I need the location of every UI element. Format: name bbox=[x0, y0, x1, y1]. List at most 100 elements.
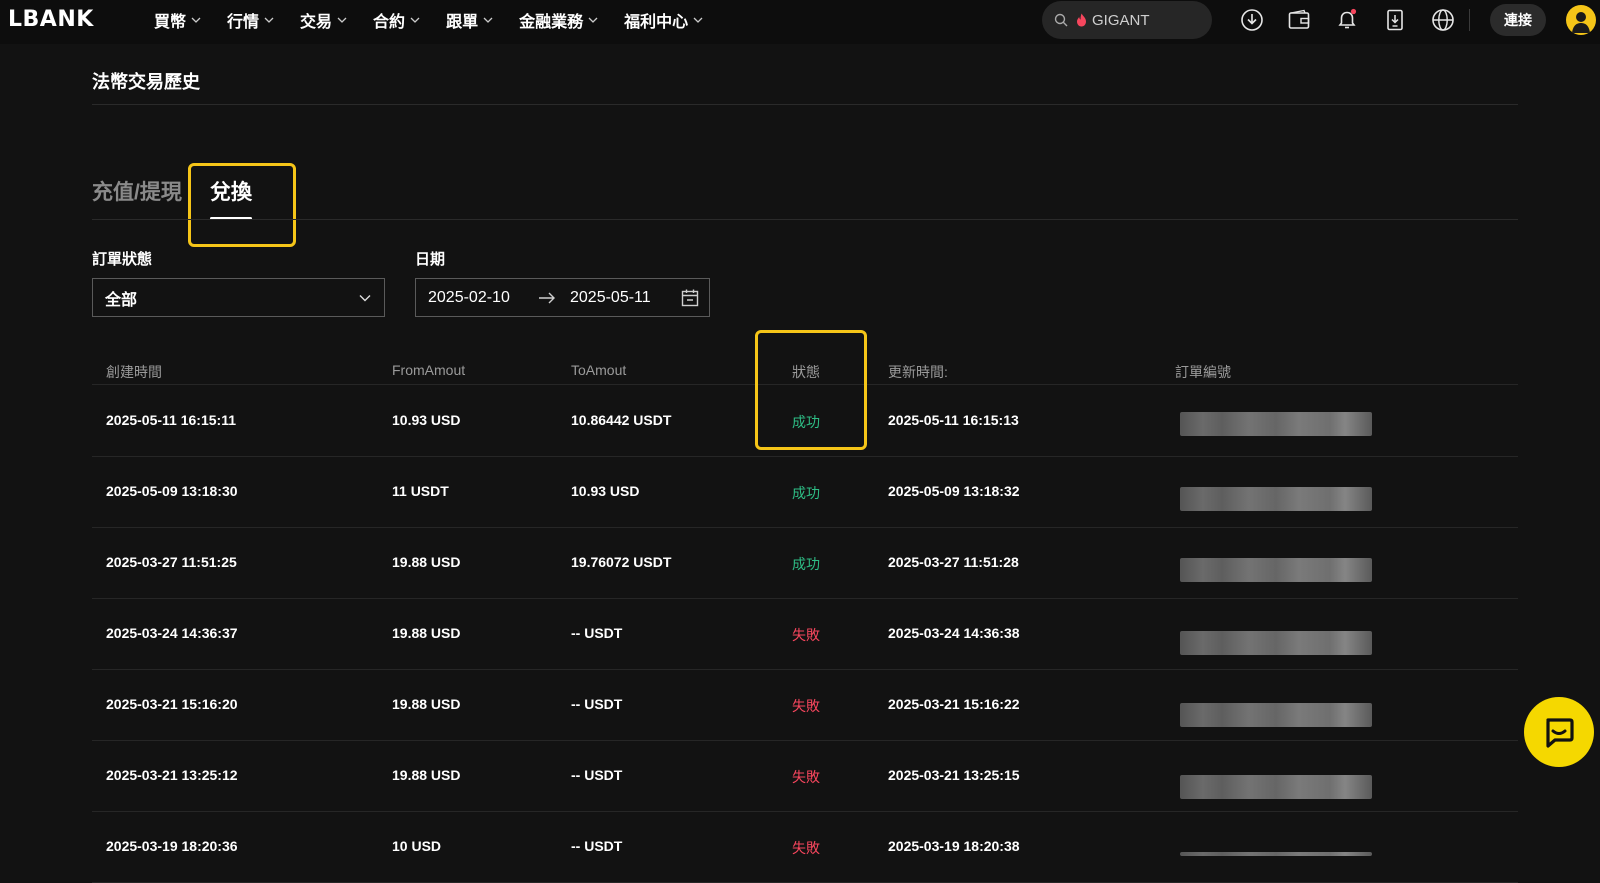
redacted-order-id bbox=[1180, 558, 1372, 582]
cell-updated: 2025-03-21 13:25:15 bbox=[888, 767, 1020, 783]
cell-status: 失敗 bbox=[792, 769, 820, 785]
chevron-down-icon bbox=[337, 17, 347, 23]
cell-to-amount: -- USDT bbox=[571, 625, 623, 641]
table-row: 2025-05-09 13:18:30 11 USDT 10.93 USD 成功… bbox=[92, 456, 1518, 528]
cell-status: 失敗 bbox=[792, 840, 820, 856]
lbank-logo[interactable]: LBANK bbox=[8, 7, 94, 32]
nav-item-label: 行情 bbox=[227, 14, 260, 31]
chevron-down-icon bbox=[483, 17, 493, 23]
nav-item-trade[interactable]: 交易 bbox=[300, 8, 347, 32]
redacted-order-id bbox=[1180, 852, 1372, 856]
search-icon bbox=[1054, 13, 1068, 27]
nav-item-buy-crypto[interactable]: 買幣 bbox=[154, 8, 201, 32]
nav-item-label: 交易 bbox=[300, 14, 333, 31]
cell-from-amount: 10 USD bbox=[392, 838, 442, 854]
cell-created: 2025-03-27 11:51:25 bbox=[106, 554, 237, 570]
column-header-status: 狀態 bbox=[792, 364, 820, 380]
support-chat-button[interactable] bbox=[1524, 697, 1594, 767]
date-range-picker[interactable] bbox=[415, 278, 710, 317]
fire-icon bbox=[1077, 13, 1086, 27]
cell-created: 2025-03-21 15:16:20 bbox=[106, 696, 238, 712]
nav-item-rewards-center[interactable]: 福利中心 bbox=[624, 8, 703, 32]
cell-from-amount: 19.88 USD bbox=[392, 696, 461, 712]
cell-from-amount: 11 USDT bbox=[392, 483, 449, 499]
date-end-input[interactable] bbox=[568, 287, 676, 308]
chevron-down-icon bbox=[410, 17, 420, 23]
cell-to-amount: 19.76072 USDT bbox=[571, 554, 672, 570]
calendar-icon[interactable] bbox=[681, 289, 699, 307]
main-nav: 買幣 行情 交易 合約 跟單 金融業務 福利中心 bbox=[154, 0, 729, 40]
chevron-down-icon bbox=[359, 294, 371, 301]
cell-to-amount: 10.86442 USDT bbox=[571, 412, 672, 428]
avatar-icon bbox=[1572, 12, 1590, 33]
nav-item-label: 買幣 bbox=[154, 14, 187, 31]
redacted-order-id bbox=[1180, 631, 1372, 655]
chevron-down-icon bbox=[264, 17, 274, 23]
table-row: 2025-05-11 16:15:11 10.93 USD 10.86442 U… bbox=[92, 385, 1518, 457]
bell-icon[interactable] bbox=[1335, 8, 1359, 32]
search-box[interactable] bbox=[1042, 1, 1212, 39]
cell-updated: 2025-05-09 13:18:32 bbox=[888, 483, 1020, 499]
cell-updated: 2025-05-11 16:15:13 bbox=[888, 412, 1019, 428]
chevron-down-icon bbox=[191, 17, 201, 23]
cell-status: 成功 bbox=[792, 485, 820, 501]
connect-button[interactable]: 連接 bbox=[1490, 4, 1546, 36]
cell-created: 2025-03-21 13:25:12 bbox=[106, 767, 238, 783]
cell-status: 失敗 bbox=[792, 698, 820, 714]
avatar[interactable] bbox=[1566, 5, 1596, 35]
page-title: 法幣交易歷史 bbox=[92, 72, 200, 92]
chat-bubble-icon bbox=[1546, 718, 1574, 748]
nav-item-markets[interactable]: 行情 bbox=[227, 8, 274, 32]
cell-from-amount: 19.88 USD bbox=[392, 554, 461, 570]
order-status-label: 訂單狀態 bbox=[92, 251, 153, 268]
order-status-value: 全部 bbox=[105, 291, 138, 309]
cell-updated: 2025-03-27 11:51:28 bbox=[888, 554, 1019, 570]
nav-item-label: 合約 bbox=[373, 14, 406, 31]
date-label: 日期 bbox=[415, 251, 446, 268]
cell-from-amount: 19.88 USD bbox=[392, 767, 461, 783]
tab-deposit-withdraw[interactable]: 充值/提現 bbox=[92, 176, 182, 206]
app-download-icon[interactable] bbox=[1383, 8, 1407, 32]
chevron-down-icon bbox=[588, 17, 598, 23]
date-start-input[interactable] bbox=[426, 287, 534, 308]
cell-created: 2025-03-19 18:20:36 bbox=[106, 838, 238, 854]
nav-item-label: 跟單 bbox=[446, 14, 479, 31]
cell-from-amount: 10.93 USD bbox=[392, 412, 461, 428]
order-status-select[interactable]: 全部 bbox=[92, 278, 385, 317]
table-row: 2025-03-24 14:36:37 19.88 USD -- USDT 失敗… bbox=[92, 598, 1518, 670]
cell-created: 2025-03-24 14:36:37 bbox=[106, 625, 238, 641]
globe-icon[interactable] bbox=[1431, 8, 1455, 32]
cell-status: 成功 bbox=[792, 414, 820, 430]
arrow-right-icon bbox=[539, 292, 555, 303]
cell-to-amount: -- USDT bbox=[571, 838, 623, 854]
cell-to-amount: 10.93 USD bbox=[571, 483, 640, 499]
search-input[interactable] bbox=[1090, 10, 1204, 30]
chevron-down-icon bbox=[693, 17, 703, 23]
title-divider bbox=[92, 104, 1518, 105]
wallet-icon[interactable] bbox=[1287, 8, 1311, 32]
column-header-to-amount: ToAmout bbox=[571, 362, 627, 378]
cell-to-amount: -- USDT bbox=[571, 767, 623, 783]
column-header-created: 創建時間 bbox=[106, 364, 162, 380]
table-row: 2025-03-21 15:16:20 19.88 USD -- USDT 失敗… bbox=[92, 669, 1518, 741]
nav-item-copy-trading[interactable]: 跟單 bbox=[446, 8, 493, 32]
cell-created: 2025-05-11 16:15:11 bbox=[106, 412, 236, 428]
cell-status: 成功 bbox=[792, 556, 820, 572]
download-icon[interactable] bbox=[1240, 8, 1264, 32]
tab-exchange[interactable]: 兌換 bbox=[210, 176, 252, 206]
redacted-order-id bbox=[1180, 487, 1372, 511]
redacted-order-id bbox=[1180, 775, 1372, 799]
cell-to-amount: -- USDT bbox=[571, 696, 623, 712]
cell-created: 2025-05-09 13:18:30 bbox=[106, 483, 238, 499]
redacted-order-id bbox=[1180, 412, 1372, 436]
column-header-order-id: 訂單編號 bbox=[1175, 364, 1231, 380]
table-row: 2025-03-19 18:20:36 10 USD -- USDT 失敗 20… bbox=[92, 811, 1518, 883]
tabs-divider bbox=[92, 219, 1518, 220]
toolbar-divider bbox=[1469, 9, 1470, 31]
table-row: 2025-03-27 11:51:25 19.88 USD 19.76072 U… bbox=[92, 527, 1518, 599]
cell-updated: 2025-03-24 14:36:38 bbox=[888, 625, 1020, 641]
nav-item-label: 福利中心 bbox=[624, 14, 689, 31]
nav-item-finance[interactable]: 金融業務 bbox=[519, 8, 598, 32]
nav-item-futures[interactable]: 合約 bbox=[373, 8, 420, 32]
column-header-from-amount: FromAmout bbox=[392, 362, 466, 378]
